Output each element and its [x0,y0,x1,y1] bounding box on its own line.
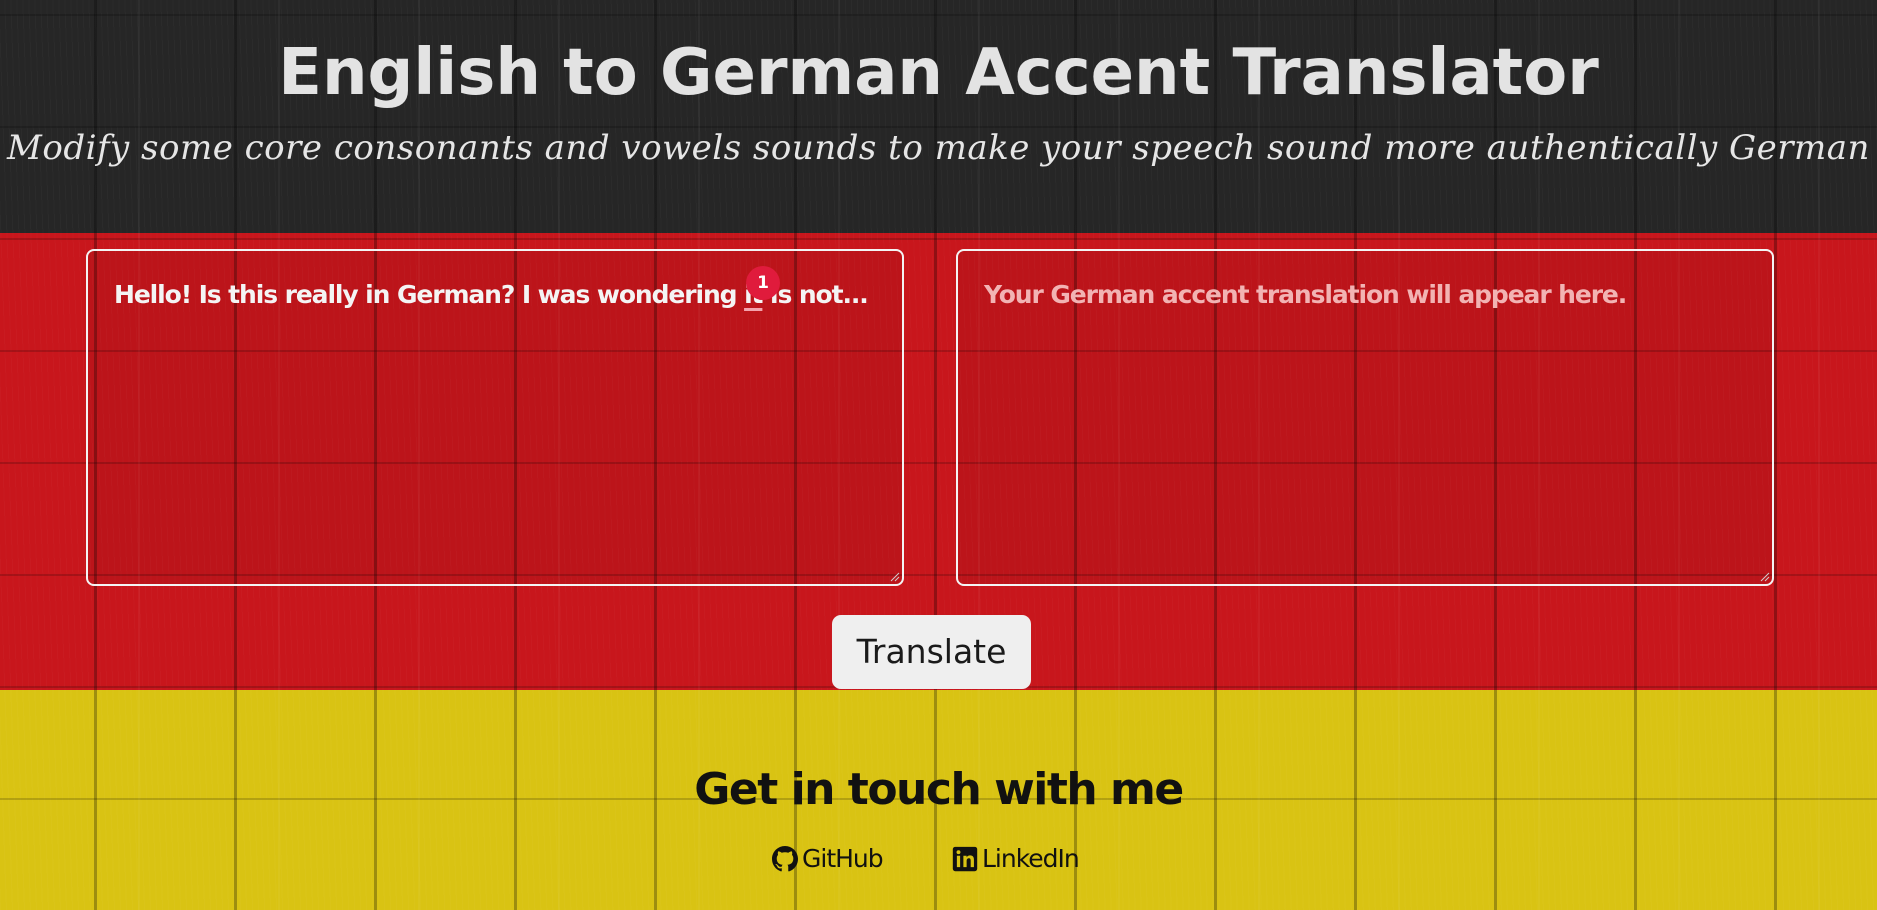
github-link-label: GitHub [802,844,884,873]
output-placeholder: Your German accent translation will appe… [984,280,1627,309]
input-text-before: Hello! Is this really in German? I was w… [114,280,745,309]
resize-handle-icon[interactable] [1758,570,1770,582]
github-icon [772,846,798,872]
resize-handle-icon[interactable] [888,570,900,582]
english-input-textarea[interactable]: Hello! Is this really in German? I was w… [86,249,904,586]
linkedin-link[interactable]: LinkedIn [952,842,1080,876]
github-link[interactable]: GitHub [772,842,884,876]
page-title: English to German Accent Translator [278,36,1599,110]
grammar-issue-badge[interactable]: 1 [746,266,780,300]
contact-heading: Get in touch with me [694,764,1184,815]
translate-button[interactable]: Translate [832,615,1031,689]
german-output-textarea[interactable]: Your German accent translation will appe… [956,249,1774,586]
page-content: English to German Accent Translator Modi… [0,0,1877,910]
linkedin-icon [952,846,978,872]
linkedin-link-label: LinkedIn [982,844,1080,873]
page-subtitle: Modify some core consonants and vowels s… [7,128,1870,168]
